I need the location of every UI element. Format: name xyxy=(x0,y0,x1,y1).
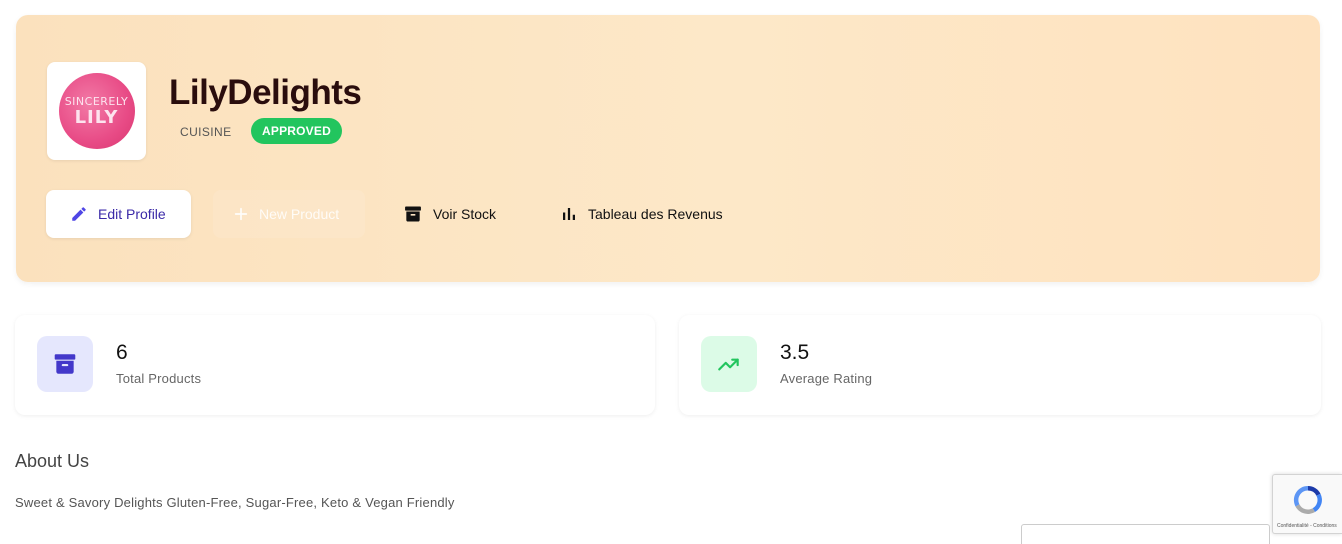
partial-input-box[interactable] xyxy=(1021,524,1270,544)
logo-text-line2: LILY xyxy=(74,106,119,128)
edit-profile-label: Edit Profile xyxy=(98,206,166,222)
archive-box-icon xyxy=(54,354,76,374)
average-rating-value: 3.5 xyxy=(780,341,810,364)
rating-icon-tile xyxy=(701,336,757,392)
profile-actions: Edit Profile New Product Voir Stock Tabl… xyxy=(46,190,766,238)
trending-up-icon xyxy=(718,358,739,371)
revenue-dashboard-button[interactable]: Tableau des Revenus xyxy=(546,190,746,238)
total-products-label: Total Products xyxy=(116,371,202,386)
profile-header: SINCERELY LILY LilyDelights CUISINE APPR… xyxy=(16,15,1320,282)
recaptcha-badge[interactable]: Confidentialité - Conditions xyxy=(1272,474,1342,534)
shop-logo-card: SINCERELY LILY xyxy=(47,62,146,160)
edit-profile-button[interactable]: Edit Profile xyxy=(46,190,191,238)
new-product-button[interactable]: New Product xyxy=(213,190,365,238)
about-us-text: Sweet & Savory Delights Gluten-Free, Sug… xyxy=(15,495,455,510)
total-products-value: 6 xyxy=(116,341,128,364)
average-rating-card: 3.5 Average Rating xyxy=(679,315,1321,415)
recaptcha-links[interactable]: Confidentialité - Conditions xyxy=(1277,523,1337,529)
new-product-label: New Product xyxy=(259,206,340,222)
recaptcha-icon xyxy=(1293,485,1322,514)
shop-name: LilyDelights xyxy=(169,73,362,112)
products-icon-tile xyxy=(37,336,93,392)
revenue-dashboard-label: Tableau des Revenus xyxy=(588,206,723,222)
logo-text-line1: SINCERELY xyxy=(64,94,129,108)
voir-stock-label: Voir Stock xyxy=(433,206,497,222)
status-badge: APPROVED xyxy=(251,118,342,144)
bar-chart-icon xyxy=(563,208,575,220)
plus-icon xyxy=(234,207,248,221)
shop-logo: SINCERELY LILY xyxy=(58,73,135,149)
voir-stock-button[interactable]: Voir Stock xyxy=(389,190,514,238)
shop-category: CUISINE xyxy=(180,125,232,139)
average-rating-label: Average Rating xyxy=(780,371,873,386)
about-us-heading: About Us xyxy=(15,451,90,471)
pencil-icon xyxy=(72,207,86,221)
total-products-card: 6 Total Products xyxy=(15,315,655,415)
shop-profile-page: SINCERELY LILY LilyDelights CUISINE APPR… xyxy=(0,0,1342,544)
archive-box-icon xyxy=(405,206,421,222)
